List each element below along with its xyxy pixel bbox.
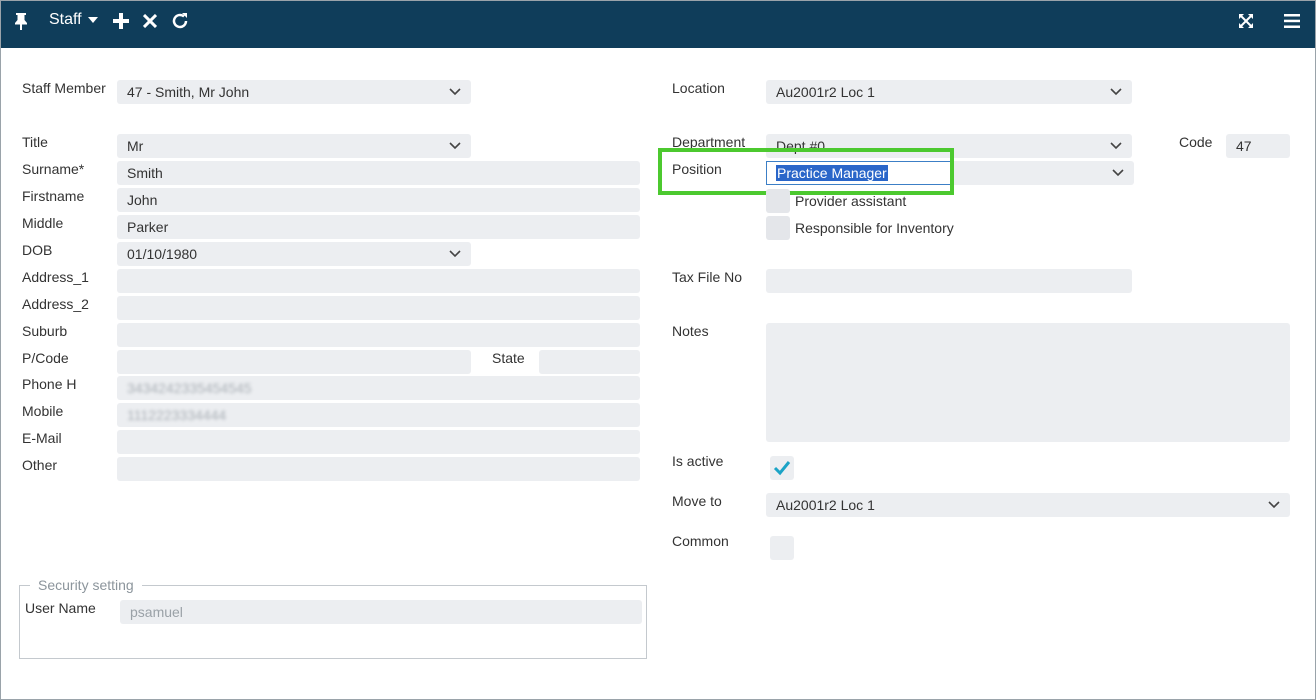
refresh-icon[interactable] <box>169 9 191 33</box>
location-label: Location <box>672 80 725 96</box>
responsible-inventory-label: Responsible for Inventory <box>795 220 954 236</box>
suburb-label: Suburb <box>22 323 68 339</box>
firstname-input[interactable]: John <box>117 188 640 212</box>
provider-assistant-label: Provider assistant <box>795 193 907 209</box>
tax-file-label: Tax File No <box>672 269 743 285</box>
phone-h-input[interactable]: 3434242335454545 <box>117 376 640 400</box>
code-label: Code <box>1179 134 1213 150</box>
plus-icon[interactable] <box>112 9 130 33</box>
position-highlight <box>658 148 954 195</box>
address1-label: Address_1 <box>22 269 89 285</box>
tax-file-input[interactable] <box>766 269 1132 293</box>
menu-icon[interactable] <box>1281 9 1303 33</box>
email-label: E-Mail <box>22 430 62 446</box>
location-select[interactable]: Au2001r2 Loc 1 <box>766 80 1132 104</box>
middle-input[interactable]: Parker <box>117 215 640 239</box>
suburb-input[interactable] <box>117 323 640 347</box>
pcode-input[interactable] <box>117 350 471 374</box>
email-input[interactable] <box>117 430 640 454</box>
other-input[interactable] <box>117 457 640 481</box>
staff-menu[interactable]: Staff <box>49 11 98 29</box>
dob-label: DOB <box>22 242 53 258</box>
middle-label: Middle <box>22 215 64 231</box>
chevron-down-icon <box>1268 501 1280 509</box>
staff-member-label: Staff Member <box>22 80 106 96</box>
state-label: State <box>492 350 525 366</box>
surname-input[interactable]: Smith <box>117 161 640 185</box>
toolbar-title: Staff <box>49 11 82 28</box>
move-to-select[interactable]: Au2001r2 Loc 1 <box>766 493 1290 517</box>
chevron-down-icon <box>1110 142 1122 150</box>
mobile-label: Mobile <box>22 403 64 419</box>
title-label: Title <box>22 134 48 150</box>
code-input[interactable]: 47 <box>1226 134 1290 158</box>
common-checkbox[interactable] <box>770 536 794 560</box>
chevron-down-icon <box>1112 169 1124 177</box>
chevron-down-icon <box>449 142 461 150</box>
checkmark-icon <box>773 461 791 476</box>
chevron-down-icon <box>87 17 98 23</box>
mobile-input[interactable]: 1112223334444 <box>117 403 640 427</box>
pcode-label: P/Code <box>22 350 69 366</box>
dob-select[interactable]: 01/10/1980 <box>117 242 471 266</box>
state-input[interactable] <box>539 350 640 374</box>
chevron-down-icon <box>449 250 461 258</box>
title-select[interactable]: Mr <box>117 134 471 158</box>
toolbar: Staff <box>1 1 1315 48</box>
close-icon[interactable] <box>141 9 159 33</box>
notes-textarea[interactable] <box>766 323 1290 442</box>
address1-input[interactable] <box>117 269 640 293</box>
provider-assistant-checkbox[interactable] <box>766 189 790 213</box>
security-legend: Security setting <box>30 577 142 593</box>
is-active-label: Is active <box>672 453 724 469</box>
pin-icon[interactable] <box>11 9 31 33</box>
move-to-label: Move to <box>672 493 722 509</box>
expand-icon[interactable] <box>1235 9 1257 33</box>
chevron-down-icon <box>1110 88 1122 96</box>
chevron-down-icon <box>449 88 461 96</box>
phone-h-label: Phone H <box>22 376 77 392</box>
user-name-input[interactable]: psamuel <box>120 600 642 624</box>
notes-label: Notes <box>672 323 709 339</box>
staff-member-select[interactable]: 47 - Smith, Mr John <box>117 80 471 104</box>
address2-input[interactable] <box>117 296 640 320</box>
is-active-checkbox[interactable] <box>770 456 794 480</box>
surname-label: Surname* <box>22 161 85 177</box>
common-label: Common <box>672 533 729 549</box>
other-label: Other <box>22 457 58 473</box>
address2-label: Address_2 <box>22 296 89 312</box>
firstname-label: Firstname <box>22 188 85 204</box>
user-name-label: User Name <box>25 600 96 616</box>
responsible-inventory-checkbox[interactable] <box>766 216 790 240</box>
